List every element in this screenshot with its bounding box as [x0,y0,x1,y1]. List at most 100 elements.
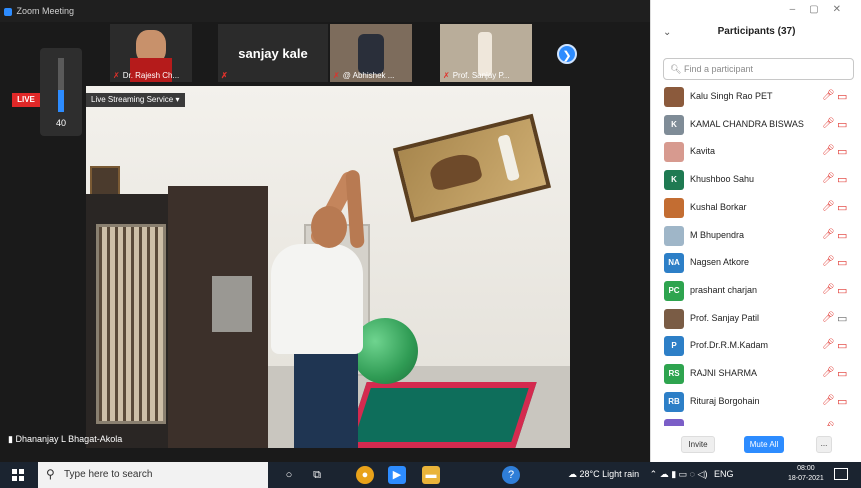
signal-icon: ▮ [8,434,13,444]
participant-name: M Bhupendra [690,229,745,240]
cortana-icon[interactable]: ○ [280,466,298,484]
video-off-icon[interactable]: ▭ [837,284,847,297]
live-badge[interactable]: LIVE [12,93,40,107]
avatar [664,308,684,329]
avatar: RS [664,364,684,384]
avatar: RB [664,391,684,412]
muted-mic-icon[interactable]: 🎤︎ [822,284,835,295]
participant-search-input[interactable]: 🔍︎ Find a participant [663,58,854,80]
participant-row[interactable]: M Bhupendra 🎤︎ ▭ [651,223,861,250]
participants-title: Participants (37) [717,26,796,37]
avatar [664,419,684,426]
video-off-icon[interactable]: ▭ [837,145,847,158]
muted-mic-icon: ✗ [221,71,228,80]
muted-mic-icon[interactable]: 🎤︎ [822,339,835,350]
person-legs-shape [294,348,358,448]
next-page-button[interactable]: ❯ [557,44,577,64]
notification-icon[interactable] [834,468,848,480]
chrome-icon[interactable]: ● [356,466,374,484]
window-controls[interactable]: –▢✕ [790,4,855,15]
participant-name: Kalu Singh Rao PET [690,91,773,101]
participant-list: Kalu Singh Rao PET 🎤︎ ▭ K KAMAL CHANDRA BISW… [651,84,861,426]
more-options-button[interactable]: ... [816,436,832,453]
participant-row[interactable]: PC prashant charjan 🎤︎ ▭ [651,278,861,305]
avatar: NA [664,253,684,274]
muted-mic-icon[interactable]: 🎤︎ [822,312,835,323]
muted-mic-icon[interactable]: 🎤︎ [822,145,835,156]
video-on-icon[interactable]: ▭ [837,312,847,325]
weather-icon: ☁ [568,469,577,479]
stream-service-dropdown[interactable]: Live Streaming Service ▾ [86,93,185,107]
participant-row[interactable]: K Khushboo Sahu 🎤︎ ▭ [651,167,861,194]
participant-row[interactable]: NA Nagsen Atkore 🎤︎ ▭ [651,250,861,277]
title-bar: Zoom Meeting [0,0,650,22]
avatar [664,225,684,246]
help-icon[interactable]: ? [502,466,520,484]
video-off-icon[interactable]: ▭ [837,201,847,214]
windows-taskbar: ⚲ Type here to search ○ ⧉ ● ▶ ▬ ? ☁ 28°C… [0,462,861,488]
language-indicator[interactable]: ENG [714,469,734,479]
task-view-icon[interactable]: ⧉ [308,466,326,484]
participant-row[interactable]: Kalu Singh Rao PET 🎤︎ ▭ [651,84,861,111]
thumbnail-sanjay-kale[interactable]: sanjay kale ✗ [218,24,328,82]
participant-row[interactable]: 🎤︎▭ [651,416,861,426]
tray-icons[interactable]: ⌃ ☁ ▮ ▭ ◌ ◁) [650,469,708,479]
video-off-icon[interactable]: ▭ [837,90,847,103]
participant-name: Prof.Dr.R.M.Kadam [690,340,769,351]
thumbnail-sanjay-patil[interactable]: ✗ Prof. Sanjay P... [440,24,532,82]
participant-name: prashant charjan [690,284,758,295]
participant-name: KAMAL CHANDRA BISWAS [690,118,804,129]
participants-panel: –▢✕ ⌄ Participants (37) 🔍︎ Find a partic… [650,0,861,462]
participant-row[interactable]: Prof. Sanjay Patil 🎤︎ ▭ [651,306,861,333]
video-off-icon[interactable]: ▭ [837,173,847,186]
participant-row[interactable]: P Prof.Dr.R.M.Kadam 🎤︎ ▭ [651,333,861,360]
invite-button[interactable]: Invite [681,436,715,453]
thumbnail-caption: ✗ [221,71,231,80]
video-off-icon[interactable]: ▭ [837,367,847,380]
muted-mic-icon[interactable]: 🎤︎ [822,256,835,267]
participant-row[interactable]: Kushal Borkar 🎤︎ ▭ [651,195,861,222]
participant-name: Nagsen Atkore [690,257,750,268]
person-shape [358,34,384,74]
windows-start-icon[interactable] [12,469,24,481]
muted-mic-icon[interactable]: 🎤︎ [822,367,835,378]
video-off-icon[interactable]: ▭ [837,118,847,131]
participant-row[interactable]: RB Rituraj Borgohain 🎤︎ ▭ [651,389,861,416]
clock[interactable]: 08:00 18-07-2021 [788,464,824,484]
volume-fill [58,90,64,112]
muted-mic-icon[interactable]: 🎤︎ [822,118,835,129]
taskbar-search-input[interactable]: ⚲ Type here to search [38,462,268,488]
open-door-shape [168,186,268,448]
participants-footer: Invite Mute All ... [651,426,861,462]
video-off-icon[interactable]: ▭ [837,339,847,352]
participant-row[interactable]: K KAMAL CHANDRA BISWAS 🎤︎ ▭ [651,112,861,139]
participant-row[interactable]: Kavita 🎤︎ ▭ [651,139,861,166]
mute-all-button[interactable]: Mute All [744,436,784,453]
video-off-icon[interactable]: ▭ [837,256,847,269]
participant-row[interactable]: RS RAJNI SHARMA 🎤︎ ▭ [651,361,861,388]
clock-time: 08:00 [797,465,815,472]
thumbnail-abhishek[interactable]: ✗ @ Abhishek ... [330,24,412,82]
video-off-icon[interactable]: ▭ [837,229,847,242]
muted-mic-icon[interactable]: 🎤︎ [822,201,835,212]
avatar: K [664,114,684,135]
volume-value: 40 [55,118,66,128]
system-tray: ☁ 28°C Light rain ⌃ ☁ ▮ ▭ ◌ ◁) ENG [568,469,733,480]
volume-slider[interactable]: 40 [40,48,82,136]
muted-mic-icon[interactable]: 🎤︎ [822,173,835,184]
muted-mic-icon[interactable]: 🎤︎ [822,395,835,406]
zoom-taskbar-icon[interactable]: ▶ [388,466,406,484]
thumbnail-caption: ✗ Dr. Rajesh Ch... [113,71,180,80]
participant-name: Rituraj Borgohain [690,395,760,406]
zoom-window: Zoom Meeting ✗ Dr. Rajesh Ch... sanjay ka… [0,0,861,462]
muted-mic-icon[interactable]: 🎤︎ [822,90,835,101]
file-explorer-icon[interactable]: ▬ [422,466,440,484]
thumbnail-rajesh[interactable]: ✗ Dr. Rajesh Ch... [110,24,192,82]
muted-mic-icon[interactable]: 🎤︎ [822,229,835,240]
participant-name: Kushal Borkar [690,201,747,212]
avatar: K [664,170,684,191]
person-shape [478,32,492,76]
self-view-name: ▮ Dhananjay L Bhagat-Akola [8,434,123,444]
weather-text[interactable]: 28°C Light rain [580,469,640,479]
video-off-icon[interactable]: ▭ [837,395,847,408]
